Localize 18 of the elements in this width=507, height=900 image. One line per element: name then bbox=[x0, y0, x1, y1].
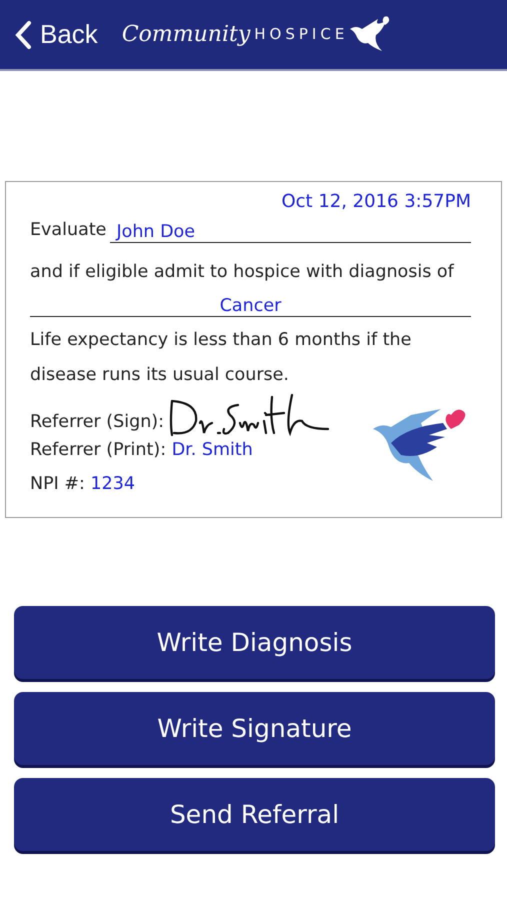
npi-label: NPI #: bbox=[30, 474, 85, 494]
action-button[interactable]: Write Signature bbox=[14, 692, 495, 765]
prognosis-text: Life expectancy is less than 6 months if the disease runs its usual course. bbox=[30, 328, 412, 387]
evaluate-label: Evaluate bbox=[30, 219, 106, 242]
diagnosis-field[interactable]: Cancer bbox=[30, 296, 471, 317]
back-button[interactable]: Back bbox=[14, 15, 98, 54]
eligibility-text: and if eligible admit to hospice with diagnosis of bbox=[30, 261, 456, 284]
logo-caps-text: HOSPICE bbox=[254, 24, 348, 46]
patient-name-field[interactable]: John Doe bbox=[110, 223, 471, 244]
action-button[interactable]: Send Referral bbox=[14, 778, 495, 851]
print-label: Referrer (Print): bbox=[30, 440, 166, 460]
timestamp: Oct 12, 2016 3:57PM bbox=[280, 190, 471, 214]
back-chevron-icon bbox=[14, 20, 32, 50]
logo-script-text: Community bbox=[122, 21, 250, 49]
npi-number: 1234 bbox=[90, 474, 136, 494]
sign-label: Referrer (Sign): bbox=[30, 410, 164, 434]
action-button[interactable]: Write Diagnosis bbox=[14, 606, 495, 679]
printed-name: Dr. Smith bbox=[172, 440, 253, 460]
